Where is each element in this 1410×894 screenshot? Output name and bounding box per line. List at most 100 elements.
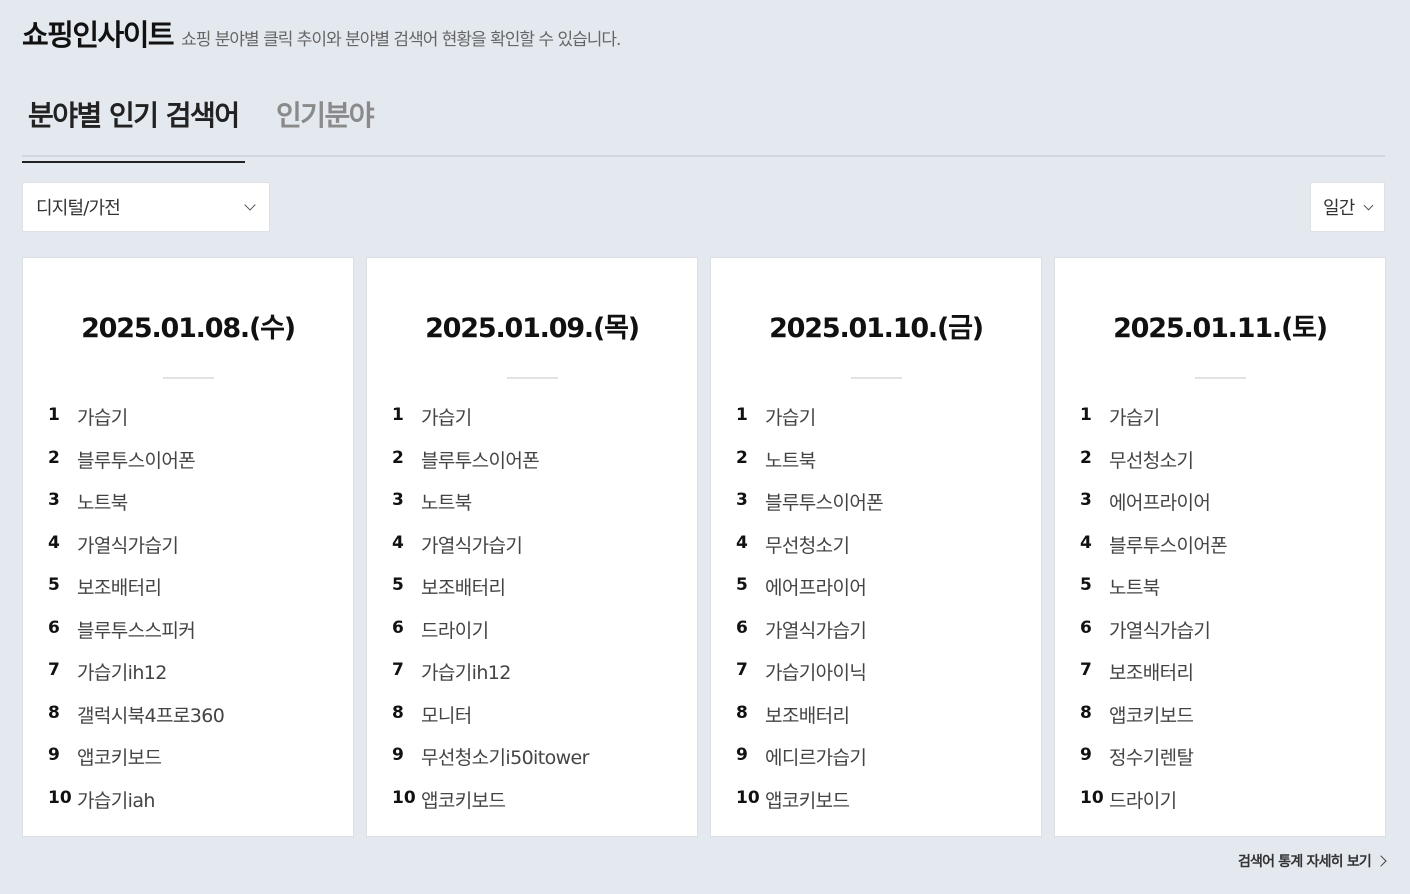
rank-number: 6 — [1080, 617, 1092, 638]
rank-item[interactable]: 5 보조배터리 — [48, 573, 224, 616]
rank-item[interactable]: 7 가습기ih12 — [48, 658, 224, 701]
rank-number: 8 — [48, 702, 60, 723]
rank-keyword: 보조배터리 — [77, 577, 162, 599]
rank-keyword: 노트북 — [77, 492, 128, 514]
rank-number: 6 — [736, 617, 748, 638]
rank-item[interactable]: 6 가열식가습기 — [1080, 616, 1227, 659]
rank-item[interactable]: 1 가습기 — [48, 403, 224, 446]
rank-item[interactable]: 1 가습기 — [1080, 403, 1227, 446]
tab-category-keywords[interactable]: 분야별 인기 검색어 — [22, 94, 245, 163]
rank-item[interactable]: 6 가열식가습기 — [736, 616, 883, 659]
page-subtitle: 쇼핑 분야별 클릭 추이와 분야별 검색어 현황을 확인할 수 있습니다. — [181, 30, 621, 50]
rank-item[interactable]: 4 가열식가습기 — [392, 531, 589, 574]
rank-list: 1 가습기 2 블루투스이어폰 3 노트북 4 가열식가습기 5 보조배터리 6 블루투스스피커 7 가습… — [48, 403, 225, 829]
rank-item[interactable]: 2 무선청소기 — [1080, 446, 1227, 489]
rank-number: 3 — [48, 490, 60, 510]
rank-keyword: 가열식가습기 — [77, 534, 179, 557]
rank-number: 5 — [48, 575, 60, 595]
rank-number: 8 — [1080, 702, 1092, 723]
rank-number: 9 — [48, 745, 60, 765]
card-date: 2025.01.08.(수) — [81, 313, 296, 344]
rank-item[interactable]: 3 에어프라이어 — [1080, 488, 1227, 531]
rank-number: 4 — [1080, 532, 1092, 553]
rank-item[interactable]: 8 앱코키보드 — [1080, 701, 1227, 744]
rank-item[interactable]: 8 보조배터리 — [736, 701, 883, 744]
rank-keyword: 가습기 — [421, 407, 472, 429]
rank-item[interactable]: 6 드라이기 — [392, 616, 589, 659]
rank-keyword: 드라이기 — [421, 619, 489, 642]
rank-item[interactable]: 9 앱코키보드 — [48, 743, 224, 786]
rank-item[interactable]: 7 가습기ih12 — [392, 658, 589, 701]
rank-keyword: 가열식가습기 — [765, 619, 867, 642]
rank-number: 1 — [1080, 405, 1092, 425]
rank-number: 6 — [392, 617, 404, 638]
page-title: 쇼핑인사이트 — [22, 18, 175, 52]
rank-keyword: 정수기렌탈 — [1109, 747, 1194, 769]
rank-item[interactable]: 3 블루투스이어폰 — [736, 488, 884, 531]
page-header: 쇼핑인사이트 쇼핑 분야별 클릭 추이와 분야별 검색어 현황을 확인할 수 있… — [22, 12, 621, 54]
rank-number: 7 — [1080, 660, 1092, 680]
card-divider — [163, 377, 214, 379]
rank-item[interactable]: 5 노트북 — [1080, 573, 1227, 616]
rank-keyword: 블루투스이어폰 — [421, 449, 540, 472]
rank-item[interactable]: 4 가열식가습기 — [48, 531, 224, 574]
rank-item[interactable]: 5 에어프라이어 — [736, 573, 883, 616]
rank-keyword: 가열식가습기 — [1109, 619, 1211, 642]
rank-keyword: 블루투스스피커 — [77, 619, 196, 642]
keyword-stats-more-link[interactable]: 검색어 통계 자세히 보기 — [1238, 851, 1387, 871]
rank-number: 5 — [736, 575, 748, 595]
rank-item[interactable]: 2 블루투스이어폰 — [392, 446, 589, 489]
ranking-card: 2025.01.09.(목) 1 가습기 2 블루투스이어폰 3 노트북 4 가열식가습기 5 보조… — [366, 257, 698, 837]
rank-number: 10 — [736, 787, 760, 808]
rank-item[interactable]: 10 드라이기 — [1080, 786, 1227, 829]
rank-item[interactable]: 2 블루투스이어폰 — [48, 446, 224, 489]
rank-item[interactable]: 9 무선청소기i50itower — [392, 743, 589, 786]
rank-keyword: 보조배터리 — [421, 577, 506, 599]
rank-item[interactable]: 10 앱코키보드 — [392, 786, 589, 829]
category-select[interactable]: 디지털/가전 — [22, 182, 270, 232]
rank-keyword: 가습기아이닉 — [765, 662, 867, 684]
rank-number: 2 — [48, 447, 60, 468]
rank-item[interactable]: 8 모니터 — [392, 701, 589, 744]
rank-keyword: 가열식가습기 — [421, 534, 523, 557]
rank-item[interactable]: 6 블루투스스피커 — [48, 616, 224, 659]
rank-item[interactable]: 10 앱코키보드 — [736, 786, 883, 829]
rank-number: 2 — [1080, 447, 1092, 468]
rank-keyword: 모니터 — [421, 704, 472, 727]
rank-number: 1 — [48, 405, 60, 425]
rank-item[interactable]: 5 보조배터리 — [392, 573, 589, 616]
period-select[interactable]: 일간 — [1310, 182, 1385, 232]
rank-item[interactable]: 7 보조배터리 — [1080, 658, 1227, 701]
rank-keyword: 가습기ih12 — [421, 662, 511, 684]
tab-popular-categories[interactable]: 인기분야 — [276, 94, 375, 134]
rank-number: 4 — [736, 532, 748, 553]
ranking-card: 2025.01.08.(수) 1 가습기 2 블루투스이어폰 3 노트북 4 가열식가습기 5 보조… — [22, 257, 354, 837]
rank-keyword: 앱코키보드 — [77, 747, 162, 769]
rank-item[interactable]: 4 블루투스이어폰 — [1080, 531, 1228, 574]
rank-item[interactable]: 9 정수기렌탈 — [1080, 743, 1227, 786]
rank-item[interactable]: 1 가습기 — [736, 403, 883, 446]
rank-item[interactable]: 3 노트북 — [48, 488, 224, 531]
rank-item[interactable]: 1 가습기 — [392, 403, 589, 446]
rank-keyword: 앱코키보드 — [765, 789, 850, 812]
rank-item[interactable]: 10 가습기iah — [48, 786, 224, 829]
rank-item[interactable]: 9 에디르가습기 — [736, 743, 883, 786]
rank-number: 2 — [736, 447, 748, 468]
rank-item[interactable]: 7 가습기아이닉 — [736, 658, 883, 701]
chevron-down-icon — [1363, 200, 1374, 211]
rank-item[interactable]: 3 노트북 — [392, 488, 589, 531]
rank-keyword: 에어프라이어 — [1109, 492, 1211, 514]
card-divider — [1195, 377, 1246, 379]
rank-keyword: 블루투스이어폰 — [77, 449, 196, 472]
rank-number: 3 — [392, 490, 404, 510]
rank-number: 9 — [736, 745, 748, 765]
rank-item[interactable]: 2 노트북 — [736, 446, 883, 489]
rank-number: 9 — [392, 745, 404, 765]
rank-item[interactable]: 4 무선청소기 — [736, 531, 883, 574]
chevron-down-icon — [244, 199, 256, 211]
rank-item[interactable]: 8 갤럭시북4프로360 — [48, 701, 225, 744]
rank-number: 7 — [736, 660, 748, 680]
rank-keyword: 가습기 — [765, 407, 816, 429]
rank-number: 10 — [392, 787, 416, 808]
rank-keyword: 가습기ih12 — [77, 662, 167, 684]
